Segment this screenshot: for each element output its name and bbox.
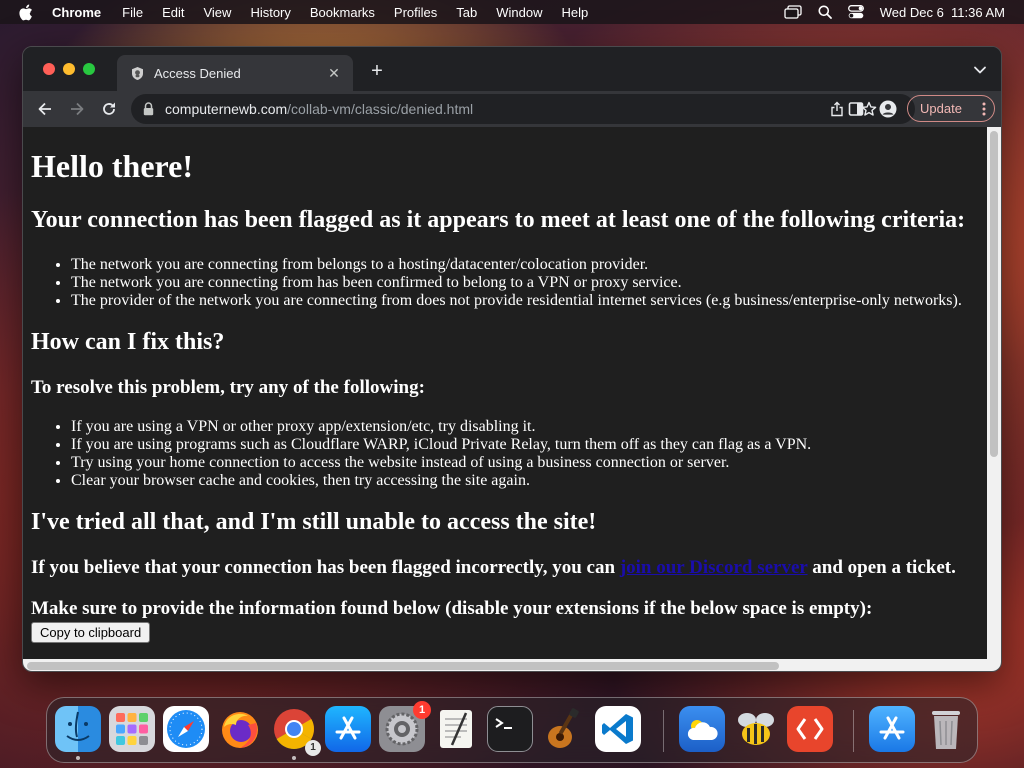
chrome-icon[interactable]: 1 [271,706,321,756]
resolve-heading: To resolve this problem, try any of the … [31,377,425,398]
tab-access-denied[interactable]: Access Denied ✕ [117,55,353,91]
bee-app-icon[interactable] [733,706,779,752]
spotlight-search-icon[interactable] [818,5,832,19]
page-title: Hello there! [31,148,194,184]
provide-info-text: Make sure to provide the information fou… [31,598,873,619]
safari-icon[interactable] [163,706,209,752]
dock: 1 1 [46,697,978,763]
garageband-icon[interactable] [541,706,587,752]
menu-profiles[interactable]: Profiles [394,5,437,20]
trash-icon[interactable] [923,706,969,752]
discord-link[interactable]: join our Discord server [620,557,808,578]
tried-heading: I've tried all that, and I'm still unabl… [31,509,597,535]
fix-item: Clear your browser cache and cookies, th… [71,472,811,490]
weather-icon[interactable] [679,706,725,752]
window-close-button[interactable] [43,63,55,75]
share-icon[interactable] [829,101,845,117]
app-store-icon[interactable] [325,706,371,752]
chrome-badge: 1 [305,740,321,756]
update-button[interactable]: Update [907,95,995,122]
criteria-item: The provider of the network you are conn… [71,292,962,310]
finder-icon[interactable] [55,706,101,752]
vscode-icon[interactable] [595,706,641,752]
page-content: Hello there! Your connection has been fl… [23,127,989,659]
screen-mirroring-icon[interactable] [784,5,802,19]
criteria-item: The network you are connecting from belo… [71,256,962,274]
control-center-icon[interactable] [847,5,864,19]
forward-arrow-icon[interactable] [67,99,87,119]
menu-tab[interactable]: Tab [456,5,477,20]
tab-title: Access Denied [154,65,241,81]
window-zoom-button[interactable] [83,63,95,75]
horizontal-scrollbar[interactable] [23,659,1001,671]
fix-heading: How can I fix this? [31,329,225,355]
menu-window[interactable]: Window [496,5,542,20]
menu-bar: Chrome File Edit View History Bookmarks … [0,0,1024,24]
incorrect-prefix: If you believe that your connection has … [31,557,616,578]
dock-separator [853,710,854,752]
side-panel-icon[interactable] [847,100,865,118]
menu-edit[interactable]: Edit [162,5,184,20]
fix-item: Try using your home connection to access… [71,454,811,472]
address-bar[interactable]: computernewb.com/collab-vm/classic/denie… [131,94,915,124]
tab-favicon-icon [129,65,145,81]
reload-icon[interactable] [99,99,119,119]
firefox-icon[interactable] [217,706,263,752]
update-label: Update [920,101,962,116]
horizontal-scroll-thumb[interactable] [27,662,779,670]
fixes-list: If you are using a VPN or other proxy ap… [71,418,811,490]
copy-to-clipboard-button[interactable]: Copy to clipboard [31,622,151,643]
flagged-heading: Your connection has been flagged as it a… [31,207,966,233]
tab-search-chevron-icon[interactable] [973,63,987,77]
fix-item: If you are using a VPN or other proxy ap… [71,418,811,436]
window-controls [43,63,95,75]
browser-window: Access Denied ✕ + computernewb.com/colla… [22,46,1002,672]
menu-bookmarks[interactable]: Bookmarks [310,5,375,20]
finder-running-indicator [76,756,80,760]
menu-file[interactable]: File [122,5,143,20]
tab-strip: Access Denied ✕ + [23,47,1001,91]
dock-separator [663,710,664,752]
criteria-item: The network you are connecting from has … [71,274,962,292]
menu-view[interactable]: View [203,5,231,20]
tab-close-icon[interactable]: ✕ [326,65,342,81]
app-store-downloads-icon[interactable] [869,706,915,752]
new-tab-button[interactable]: + [368,61,386,81]
lock-icon[interactable] [143,102,157,116]
vertical-scroll-thumb[interactable] [990,131,998,457]
chrome-running-indicator [292,756,296,760]
system-settings-icon[interactable]: 1 [379,701,431,752]
menubar-clock[interactable]: Wed Dec 6 11:36 AM [880,5,1005,20]
fix-item: If you are using programs such as Cloudf… [71,436,811,454]
apple-menu-icon[interactable] [18,4,36,21]
system-settings-badge: 1 [413,701,431,719]
menu-history[interactable]: History [250,5,290,20]
launchpad-icon[interactable] [109,706,155,752]
incorrect-suffix: and open a ticket. [812,557,956,578]
browser-toolbar: computernewb.com/collab-vm/classic/denie… [23,91,1001,127]
chrome-menu-kebab-icon[interactable] [982,102,986,116]
incorrect-flag-paragraph: If you believe that your connection has … [31,557,956,579]
window-minimize-button[interactable] [63,63,75,75]
menu-help[interactable]: Help [562,5,589,20]
menu-app-name[interactable]: Chrome [52,5,101,20]
terminal-icon[interactable] [487,706,533,752]
criteria-list: The network you are connecting from belo… [71,256,962,310]
profile-avatar-icon[interactable] [879,100,897,118]
back-arrow-icon[interactable] [35,99,55,119]
url-host: computernewb.com [165,101,288,117]
remote-desktop-icon[interactable] [787,706,833,752]
vertical-scrollbar[interactable] [987,127,1001,659]
url-path: /collab-vm/classic/denied.html [287,101,474,117]
textedit-icon[interactable] [433,706,479,752]
